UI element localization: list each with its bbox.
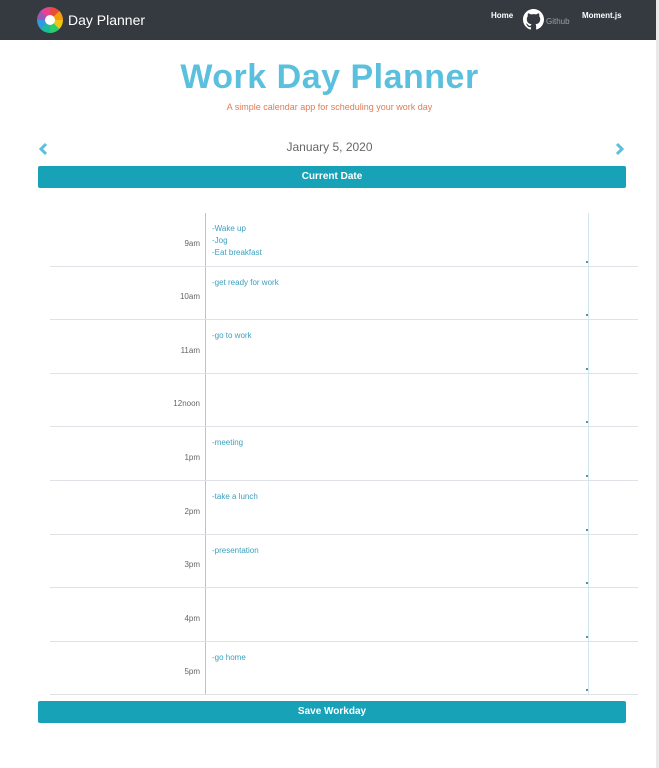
github-icon [523,9,544,30]
page-subtitle: A simple calendar app for scheduling you… [226,102,433,112]
resize-handle[interactable] [586,635,588,638]
column-divider [588,588,589,641]
resize-handle[interactable] [586,314,588,317]
column-divider [588,373,589,427]
column-divider [205,373,206,427]
hour-note-input[interactable]: -Wake up -Jog -Eat breakfast [212,223,582,263]
column-divider [588,320,589,373]
column-divider [205,427,206,480]
hour-note-input[interactable] [212,384,582,424]
planner-row: 3pm -presentation [50,534,638,589]
resize-handle[interactable] [586,367,588,370]
hour-label: 10am [179,292,200,302]
resize-handle[interactable] [586,528,588,531]
hour-label: 1pm [184,452,200,462]
resize-handle[interactable] [586,474,588,477]
column-divider [588,427,589,480]
column-divider [588,534,589,588]
hour-label: 4pm [184,613,200,623]
hour-note-input[interactable]: -go home [212,652,582,692]
column-divider [205,480,206,534]
hour-note-input[interactable]: -go to work [212,330,582,370]
brand-title: Day Planner [68,12,146,28]
planner-row: 10am -get ready for work [50,266,638,321]
save-workday-button[interactable]: Save Workday [38,701,626,723]
column-divider [205,534,206,588]
column-divider [588,213,589,266]
nav-link-home[interactable]: Home [491,11,513,20]
current-date-label: January 5, 2020 [286,140,373,154]
planner-row: 5pm -go home [50,641,638,696]
planner-row: 1pm -meeting [50,427,638,481]
hour-label: 9am [184,238,200,248]
resize-handle[interactable] [586,260,588,263]
planner-row: 12noon [50,373,638,428]
brand-link[interactable]: Day Planner [37,7,145,33]
github-label: Github [546,17,570,26]
hour-note-input[interactable]: -meeting [212,437,582,477]
color-wheel-logo-icon [37,7,63,33]
column-divider [205,588,206,641]
page-title: Work Day Planner [180,58,479,96]
hour-note-input[interactable] [212,598,582,638]
column-divider [205,213,206,266]
hour-note-input[interactable]: -get ready for work [212,277,582,317]
resize-handle[interactable] [586,689,588,692]
column-divider [588,641,589,695]
resize-handle[interactable] [586,582,588,585]
planner-table: 9am -Wake up -Jog -Eat breakfast 10am -get … [50,213,638,696]
current-date-button[interactable]: Current Date [38,166,626,188]
hour-label: 3pm [184,560,200,570]
nav-link-github[interactable]: Github [523,9,570,30]
column-divider [205,266,206,320]
chevron-right-icon[interactable] [614,142,626,156]
hour-label: 12noon [173,399,200,409]
column-divider [588,480,589,534]
hour-note-input[interactable]: -presentation [212,545,582,585]
navbar: Day Planner Home Github Moment.js [0,0,656,40]
hour-label: 5pm [184,667,200,677]
planner-row: 9am -Wake up -Jog -Eat breakfast [50,213,638,267]
hour-note-input[interactable]: -take a lunch [212,491,582,531]
resize-handle[interactable] [586,421,588,424]
planner-row: 2pm -take a lunch [50,480,638,535]
planner-row: 4pm [50,588,638,642]
nav-link-moment[interactable]: Moment.js [582,11,622,20]
column-divider [205,641,206,695]
column-divider [205,320,206,373]
hour-label: 11am [180,345,200,355]
planner-row: 11am -go to work [50,320,638,374]
hour-label: 2pm [184,506,200,516]
column-divider [588,266,589,320]
